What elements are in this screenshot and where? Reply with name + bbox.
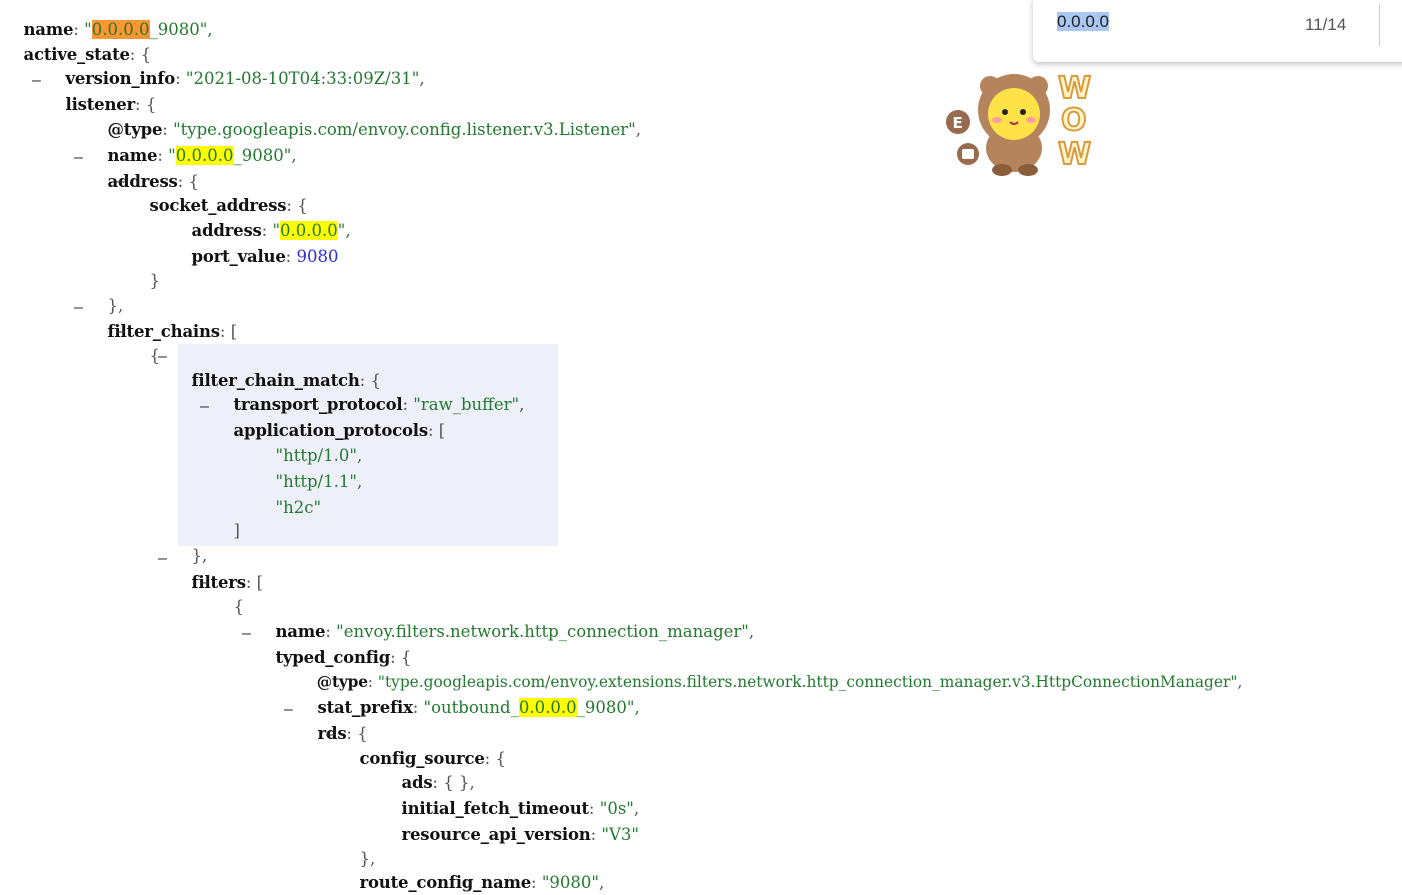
json-line: port_value: 9080	[191, 247, 339, 266]
json-line: filter_chain_match: {	[191, 371, 381, 390]
sticker-badge-letter: E	[953, 114, 963, 132]
collapse-toggle[interactable]: –	[158, 345, 167, 369]
bear-sticker-image: E W O W	[946, 70, 1092, 176]
json-line: {	[149, 346, 161, 365]
json-line: address: {	[107, 172, 199, 191]
json-line: filters: [	[191, 573, 264, 592]
search-match: 0.0.0.0	[518, 698, 577, 717]
json-line: listener: {	[65, 95, 157, 114]
collapse-toggle[interactable]: –	[116, 170, 125, 194]
json-line: "h2c"	[275, 498, 322, 517]
json-line: {	[233, 597, 245, 616]
json-line: },	[107, 296, 124, 315]
json-line: typed_config: {	[275, 648, 412, 667]
json-line: stat_prefix: "outbound_0.0.0.0_9080",	[317, 698, 640, 717]
collapse-toggle[interactable]: –	[74, 146, 83, 170]
collapse-toggle[interactable]: –	[116, 320, 125, 344]
collapse-toggle[interactable]: –	[284, 698, 293, 722]
json-line: filter_chains: [	[107, 322, 238, 341]
json-line: @type: "type.googleapis.com/envoy.config…	[107, 120, 642, 139]
json-line: active_state: {	[23, 45, 152, 64]
json-line: application_protocols: [	[233, 421, 446, 440]
json-line: version_info: "2021-08-10T04:33:09Z/31",	[65, 69, 425, 88]
find-match-count: 11/14	[1305, 15, 1347, 34]
json-key: port_value	[191, 247, 286, 266]
json-line: rds: {	[317, 724, 368, 743]
json-line: route_config_name: "9080",	[359, 873, 605, 892]
json-line: name: "envoy.filters.network.http_connec…	[275, 622, 755, 641]
json-line: initial_fetch_timeout: "0s",	[401, 799, 640, 818]
find-query-text: 0.0.0.0	[1057, 12, 1109, 31]
find-bar-divider	[1379, 4, 1380, 46]
find-input[interactable]: 0.0.0.0	[1057, 12, 1267, 38]
json-line: address: "0.0.0.0",	[191, 221, 351, 240]
json-line: name: "0.0.0.0_9080",	[107, 146, 297, 165]
json-line: name: "0.0.0.0_9080",	[23, 20, 213, 39]
json-line: "http/1.1",	[275, 472, 363, 491]
json-key: route_config_name	[359, 873, 532, 892]
json-line: }	[149, 271, 161, 290]
collapse-toggle[interactable]: –	[326, 723, 335, 747]
json-line: },	[191, 546, 208, 565]
json-key: resource_api_version	[401, 825, 591, 844]
json-line: config_source: {	[359, 749, 506, 768]
json-line: ads: { },	[401, 773, 475, 792]
collapse-toggle[interactable]: –	[200, 395, 209, 419]
find-bar: 0.0.0.0 11/14	[1033, 0, 1402, 62]
json-line: "http/1.0",	[275, 446, 363, 465]
sticker-letter: W	[1058, 137, 1091, 172]
collapse-toggle[interactable]: –	[242, 622, 251, 646]
json-line: },	[359, 849, 376, 868]
collapse-toggle[interactable]: –	[32, 69, 41, 93]
collapse-toggle[interactable]: –	[158, 547, 167, 571]
sticker-letter: O	[1061, 103, 1087, 138]
json-line: resource_api_version: "V3"	[401, 825, 639, 844]
json-line: @type: "type.googleapis.com/envoy.extens…	[316, 673, 1243, 691]
json-line: ]	[233, 521, 240, 540]
collapse-toggle[interactable]: –	[74, 296, 83, 320]
sticker-letter: W	[1058, 71, 1091, 106]
collapse-toggle[interactable]: –	[200, 571, 209, 595]
json-line: socket_address: {	[149, 196, 308, 215]
json-line: transport_protocol: "raw_buffer",	[233, 395, 525, 414]
